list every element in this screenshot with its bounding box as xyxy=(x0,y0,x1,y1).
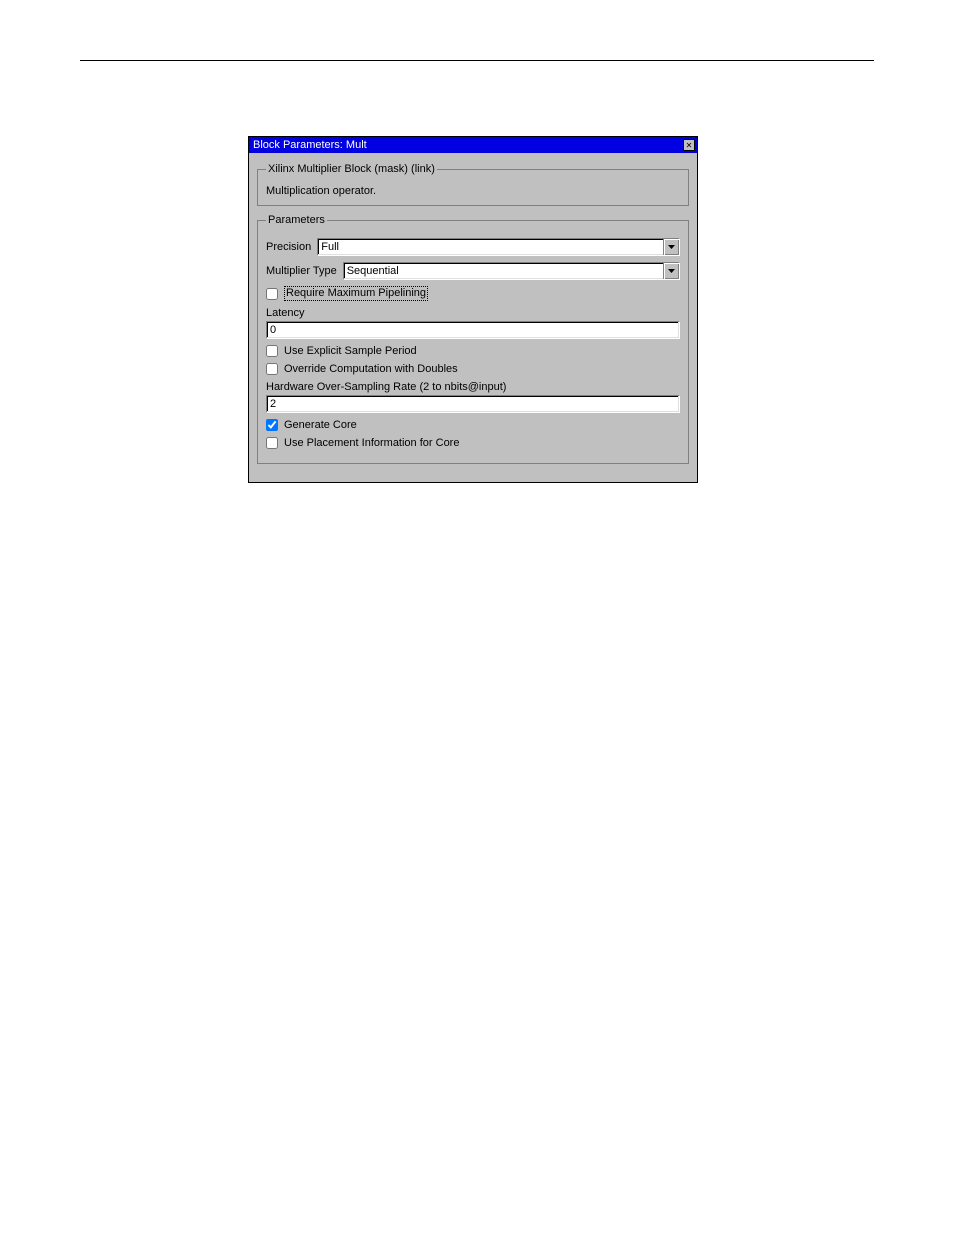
chevron-down-icon xyxy=(663,239,679,255)
use-placement-row: Use Placement Information for Core xyxy=(266,437,680,449)
multiplier-type-row: Multiplier Type Sequential xyxy=(266,262,680,280)
generate-core-row: Generate Core xyxy=(266,419,680,431)
precision-select[interactable]: Full xyxy=(317,238,680,256)
use-explicit-sample-period-label: Use Explicit Sample Period xyxy=(284,345,417,357)
use-placement-label: Use Placement Information for Core xyxy=(284,437,459,449)
use-explicit-sample-period-row: Use Explicit Sample Period xyxy=(266,345,680,357)
require-max-pipelining-checkbox[interactable] xyxy=(266,288,278,300)
dialog-title: Block Parameters: Mult xyxy=(253,138,683,152)
titlebar: Block Parameters: Mult xyxy=(249,137,697,153)
override-doubles-row: Override Computation with Doubles xyxy=(266,363,680,375)
multiplier-type-label: Multiplier Type xyxy=(266,265,337,277)
override-doubles-checkbox[interactable] xyxy=(266,363,278,375)
close-button[interactable] xyxy=(683,139,695,151)
override-doubles-label: Override Computation with Doubles xyxy=(284,363,458,375)
chevron-down-icon xyxy=(663,263,679,279)
use-placement-checkbox[interactable] xyxy=(266,437,278,449)
require-max-pipelining-row: Require Maximum Pipelining xyxy=(266,286,680,301)
page-divider xyxy=(80,60,874,61)
page: Block Parameters: Mult Xilinx Multiplier… xyxy=(0,0,954,1235)
header-legend: Xilinx Multiplier Block (mask) (link) xyxy=(266,163,437,175)
header-groupbox: Xilinx Multiplier Block (mask) (link) Mu… xyxy=(257,163,689,206)
precision-value: Full xyxy=(318,239,663,255)
generate-core-label: Generate Core xyxy=(284,419,357,431)
hw-oversampling-input[interactable] xyxy=(266,395,680,413)
use-explicit-sample-period-checkbox[interactable] xyxy=(266,345,278,357)
dialog-body: Xilinx Multiplier Block (mask) (link) Mu… xyxy=(249,153,697,482)
generate-core-checkbox[interactable] xyxy=(266,419,278,431)
parameters-legend: Parameters xyxy=(266,214,327,226)
hw-oversampling-label: Hardware Over-Sampling Rate (2 to nbits@… xyxy=(266,381,680,393)
latency-input[interactable] xyxy=(266,321,680,339)
latency-label: Latency xyxy=(266,307,680,319)
require-max-pipelining-label: Require Maximum Pipelining xyxy=(284,286,428,301)
precision-label: Precision xyxy=(266,241,311,253)
header-description: Multiplication operator. xyxy=(266,185,680,197)
multiplier-type-select[interactable]: Sequential xyxy=(343,262,680,280)
block-parameters-dialog: Block Parameters: Mult Xilinx Multiplier… xyxy=(248,136,698,483)
precision-row: Precision Full xyxy=(266,238,680,256)
multiplier-type-value: Sequential xyxy=(344,263,663,279)
parameters-groupbox: Parameters Precision Full Multiplier Typ… xyxy=(257,214,689,464)
